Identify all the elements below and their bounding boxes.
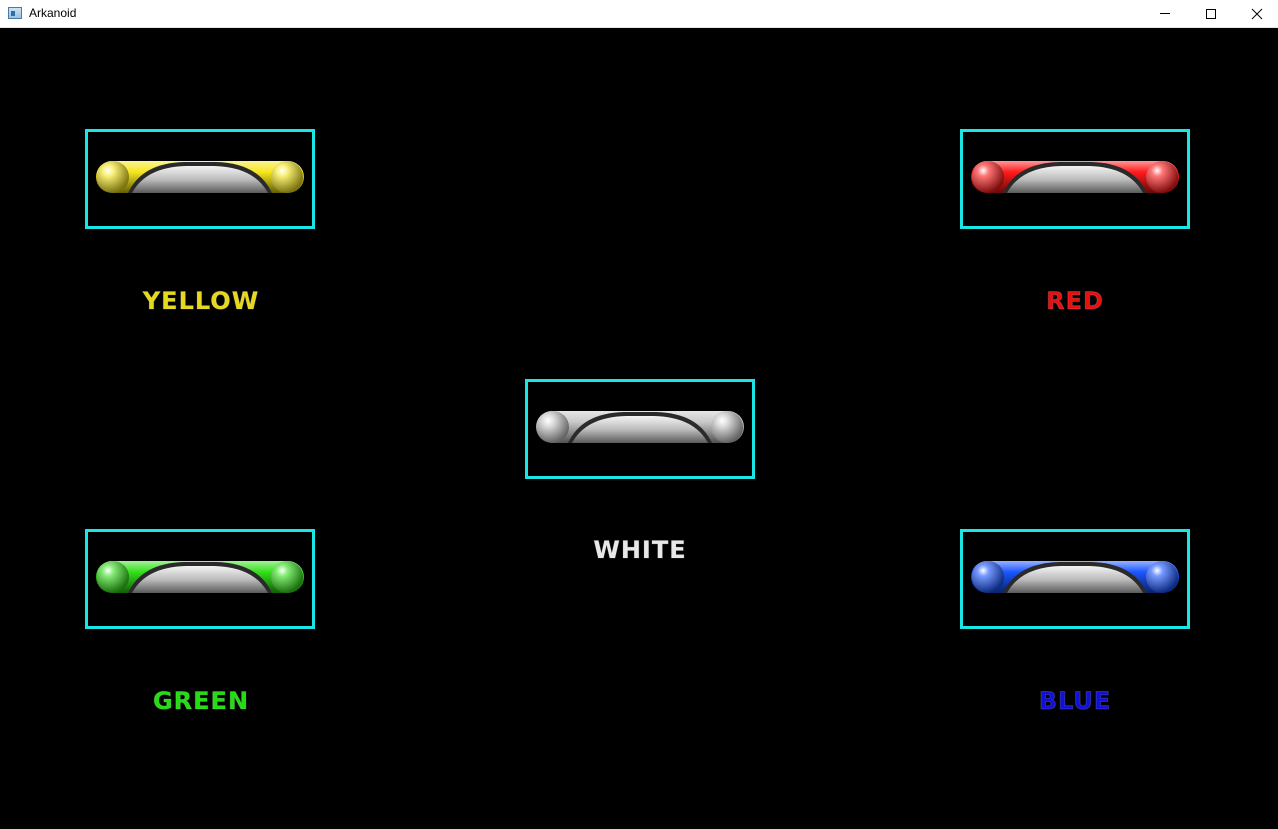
paddle-right-cap [1146, 161, 1178, 193]
maximize-button[interactable] [1188, 0, 1234, 28]
paddle-option-green[interactable] [85, 529, 315, 629]
window-title: Arkanoid [29, 6, 77, 20]
paddle-left-cap [972, 561, 1004, 593]
title-bar[interactable]: Arkanoid [0, 0, 1278, 28]
game-area: YELLOW RED WHITE GREEN BLUE [0, 28, 1278, 829]
paddle-left-cap [537, 411, 569, 443]
label-yellow: YELLOW [142, 287, 260, 316]
white-paddle-icon [536, 411, 744, 443]
app-icon [8, 7, 22, 19]
paddle-left-cap [97, 161, 129, 193]
close-button[interactable] [1234, 0, 1278, 28]
yellow-paddle-icon [96, 161, 304, 193]
paddle-right-cap [1146, 561, 1178, 593]
red-paddle-icon [971, 161, 1179, 193]
paddle-right-cap [271, 561, 303, 593]
minimize-button[interactable] [1142, 0, 1188, 28]
label-red: RED [1046, 287, 1104, 316]
maximize-icon [1206, 9, 1216, 19]
label-blue: BLUE [1038, 687, 1112, 716]
paddle-left-cap [97, 561, 129, 593]
blue-paddle-icon [971, 561, 1179, 593]
paddle-right-cap [271, 161, 303, 193]
paddle-right-cap [711, 411, 743, 443]
label-white: WHITE [593, 536, 687, 565]
paddle-option-white[interactable] [525, 379, 755, 479]
arkanoid-window: Arkanoid YELLOW RED WHITE GREEN BLUE [0, 0, 1278, 829]
label-green: GREEN [152, 687, 250, 716]
close-icon [1251, 8, 1263, 20]
paddle-option-red[interactable] [960, 129, 1190, 229]
green-paddle-icon [96, 561, 304, 593]
minimize-icon [1160, 13, 1170, 14]
paddle-option-blue[interactable] [960, 529, 1190, 629]
paddle-left-cap [972, 161, 1004, 193]
paddle-option-yellow[interactable] [85, 129, 315, 229]
